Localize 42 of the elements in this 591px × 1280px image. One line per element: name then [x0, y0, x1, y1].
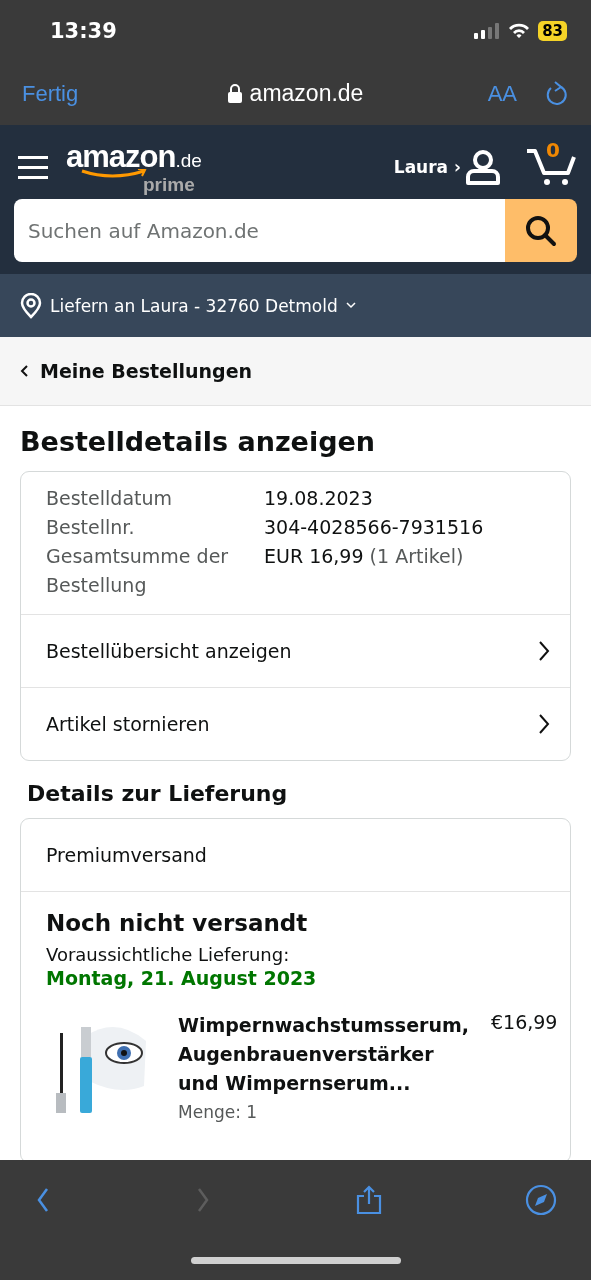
info-value: 304-4028566-7931516	[264, 515, 485, 540]
order-action-row[interactable]: Bestellübersicht anzeigen	[21, 615, 570, 687]
breadcrumb-bar[interactable]: Meine Bestellungen	[0, 337, 591, 406]
amazon-logo[interactable]: amazon.de prime	[66, 140, 202, 194]
breadcrumb-link[interactable]: Meine Bestellungen	[40, 360, 253, 382]
status-time: 13:39	[50, 19, 118, 43]
wifi-icon	[508, 23, 531, 39]
quantity-text: Menge: 1	[178, 1102, 259, 1122]
share-icon[interactable]	[354, 1185, 383, 1215]
location-pin-icon	[20, 292, 42, 319]
chevron-right-icon	[538, 713, 550, 735]
menu-icon[interactable]	[18, 154, 48, 180]
account-link[interactable]: Laura ›	[393, 157, 461, 177]
info-label: Gesamtsumme der Bestellung	[46, 544, 230, 598]
delivery-location-text: Liefern an Laura - 32760 Detmold	[50, 295, 338, 316]
delivery-location-bar[interactable]: Liefern an Laura - 32760 Detmold	[0, 274, 591, 337]
battery-indicator: 83	[538, 21, 567, 41]
info-value: 19.08.2023	[264, 486, 374, 511]
delivery-date: Montag, 21. August 2023	[46, 967, 318, 989]
search-button[interactable]	[505, 199, 577, 262]
info-label: Bestelldatum	[46, 486, 174, 511]
section-heading: Details zur Lieferung	[27, 781, 289, 806]
delivery-estimate-label: Voraussichtliche Lieferung:	[46, 944, 291, 965]
chevron-down-icon	[345, 302, 356, 309]
chevron-left-icon	[20, 365, 28, 377]
search-icon	[525, 214, 557, 247]
page-title: Bestelldetails anzeigen	[20, 426, 377, 457]
order-action-row[interactable]: Artikel stornieren	[21, 687, 570, 760]
cart-count: 0	[546, 138, 560, 162]
shipment-status: Noch nicht versandt	[46, 910, 309, 936]
lock-icon	[227, 84, 242, 103]
signal-icon	[474, 23, 501, 39]
user-icon[interactable]	[465, 149, 501, 185]
compass-icon[interactable]	[525, 1184, 557, 1216]
address-bar-url[interactable]: amazon.de	[249, 80, 364, 107]
reload-icon[interactable]	[545, 80, 569, 107]
product-title-link[interactable]: Wimpernwachstumsserum, Augenbrauenverstärker und Wimpernserum...	[178, 1011, 469, 1098]
info-label: Bestellnr.	[46, 515, 136, 540]
info-value: EUR 16,99 (1 Artikel)	[264, 544, 465, 569]
shipping-method: Premiumversand	[21, 819, 570, 892]
item-price: €16,99	[490, 1011, 558, 1035]
chevron-right-icon	[538, 640, 550, 662]
